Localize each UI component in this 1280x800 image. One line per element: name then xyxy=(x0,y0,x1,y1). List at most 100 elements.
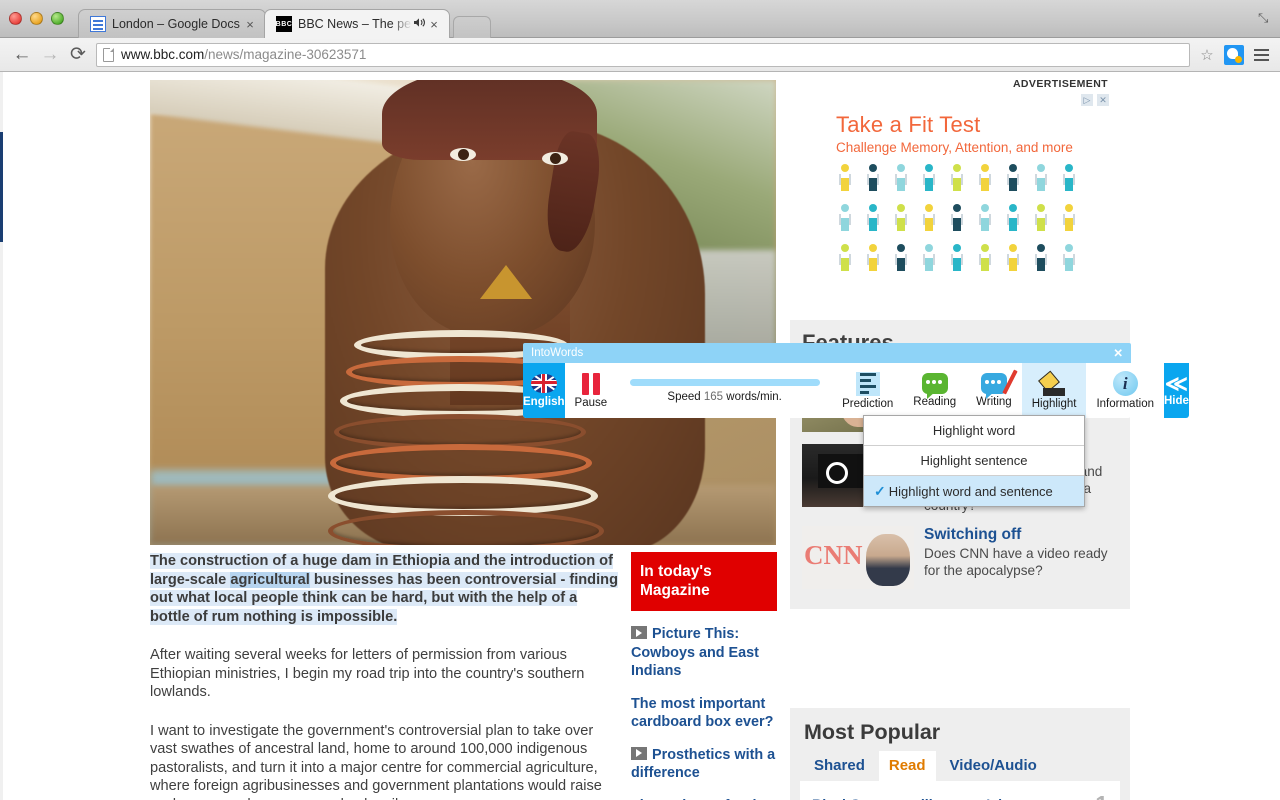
url-path: /news/magazine-30623571 xyxy=(204,47,367,62)
ad-figure-icon xyxy=(946,164,968,200)
ad-creative[interactable]: Take a Fit Test Challenge Memory, Attent… xyxy=(828,108,1098,298)
ad-figure-icon xyxy=(1058,164,1080,200)
expand-window-icon[interactable]: ⤡ xyxy=(1258,10,1272,25)
hide-label: Hide xyxy=(1163,394,1189,407)
chrome-menu-icon[interactable] xyxy=(1250,48,1272,61)
url-host: www.bbc.com xyxy=(121,47,205,62)
ad-figure-icon xyxy=(834,204,856,240)
address-bar[interactable]: www.bbc.com /news/magazine-30623571 xyxy=(96,42,1190,67)
ad-figure-pattern xyxy=(834,164,1094,284)
speed-slider-handle[interactable] xyxy=(671,371,693,393)
tab-video-audio[interactable]: Video/Audio xyxy=(940,751,1047,781)
magazine-link[interactable]: The most important cardboard box ever? xyxy=(631,695,777,732)
most-popular-rank: 1 xyxy=(1095,791,1108,800)
feature-thumbnail xyxy=(802,526,914,589)
most-popular-row[interactable]: Rival German rallies over Islam 1 xyxy=(800,781,1120,800)
intowords-title-bar[interactable]: IntoWords ✕ xyxy=(523,343,1131,363)
ad-info-icon[interactable]: ▷ xyxy=(1081,94,1093,106)
pause-button[interactable]: Pause xyxy=(565,363,618,418)
page-scrollbar[interactable] xyxy=(0,72,3,800)
tab-audio-icon[interactable] xyxy=(412,17,427,31)
chevron-left-double-icon: ≪ xyxy=(1164,370,1188,396)
ad-figure-icon xyxy=(918,204,940,240)
new-tab-button[interactable] xyxy=(453,16,491,38)
speed-label: Speed 165 words/min. xyxy=(667,391,781,403)
highlighted-word: agricultural xyxy=(230,571,310,588)
magazine-link[interactable]: Three cheers for the onion xyxy=(631,797,777,800)
hide-button[interactable]: ≪ Hide xyxy=(1163,363,1189,418)
ad-subheadline: Challenge Memory, Attention, and more xyxy=(836,140,1073,155)
speed-label-post: words/min. xyxy=(723,390,782,403)
ad-figure-icon xyxy=(834,244,856,280)
ad-figure-icon xyxy=(1058,244,1080,280)
speed-control[interactable]: Speed 165 words/min. xyxy=(617,363,832,418)
checkmark-icon: ✓ xyxy=(874,482,886,499)
bookmark-star-icon[interactable]: ☆ xyxy=(1196,46,1218,64)
close-window-button[interactable] xyxy=(9,12,22,25)
ad-figure-icon xyxy=(1002,204,1024,240)
tab-close-icon[interactable]: × xyxy=(427,17,441,32)
menu-item-highlight-word-and-sentence[interactable]: ✓ Highlight word and sentence xyxy=(864,476,1084,506)
minimize-window-button[interactable] xyxy=(30,12,43,25)
most-popular-tabs: Shared Read Video/Audio xyxy=(800,751,1120,781)
ad-figure-icon xyxy=(946,204,968,240)
tab-title: London – Google Docs xyxy=(112,17,240,31)
speed-slider-track[interactable] xyxy=(629,371,820,393)
feature-item[interactable]: Switching off Does CNN have a video read… xyxy=(802,520,1118,595)
page-viewport: The construction of a huge dam in Ethiop… xyxy=(0,72,1280,800)
ad-figure-icon xyxy=(1030,164,1052,200)
ad-close-icon[interactable]: ✕ xyxy=(1097,94,1109,106)
menu-item-highlight-sentence[interactable]: Highlight sentence xyxy=(864,446,1084,476)
most-popular-section: Most Popular Shared Read Video/Audio Riv… xyxy=(790,708,1130,800)
reload-button[interactable]: ⟳ xyxy=(64,43,92,66)
highlight-icon xyxy=(1038,370,1068,396)
maximize-window-button[interactable] xyxy=(51,12,64,25)
back-button[interactable]: ← xyxy=(8,44,36,66)
intowords-window-title: IntoWords xyxy=(531,347,584,359)
ad-figure-icon xyxy=(1002,164,1024,200)
ad-figure-icon xyxy=(890,164,912,200)
ad-figure-icon xyxy=(974,164,996,200)
information-icon: i xyxy=(1112,371,1138,396)
prediction-icon xyxy=(855,371,880,396)
browser-window: London – Google Docs × BBC BBC News – Th… xyxy=(0,0,1280,800)
tab-shared[interactable]: Shared xyxy=(804,751,875,781)
magazine-link[interactable]: Picture This: Cowboys and East Indians xyxy=(631,625,777,681)
most-popular-link[interactable]: Rival German rallies over Islam xyxy=(812,797,1023,800)
ad-figure-icon xyxy=(1058,204,1080,240)
speed-label-pre: Speed xyxy=(667,390,704,403)
navigation-bar: ← → ⟳ www.bbc.com /news/magazine-3062357… xyxy=(0,38,1280,72)
information-label: Information xyxy=(1096,398,1154,410)
article-body: The construction of a huge dam in Ethiop… xyxy=(150,552,618,800)
browser-tab-google-docs[interactable]: London – Google Docs × xyxy=(78,9,266,38)
reading-button[interactable]: Reading xyxy=(903,363,966,418)
ad-figure-icon xyxy=(890,204,912,240)
right-sidebar: ADVERTISEMENT ▷ ✕ Take a Fit Test Challe… xyxy=(790,72,1135,800)
ad-figure-icon xyxy=(862,164,884,200)
intowords-close-icon[interactable]: ✕ xyxy=(1113,346,1123,360)
menu-item-highlight-word[interactable]: Highlight word xyxy=(864,416,1084,446)
browser-tab-bbc-news[interactable]: BBC BBC News – The people × xyxy=(264,9,450,38)
language-button[interactable]: English xyxy=(523,363,565,418)
feature-title[interactable]: Switching off xyxy=(924,526,1118,544)
ad-headline: Take a Fit Test xyxy=(836,112,981,137)
forward-button[interactable]: → xyxy=(36,44,64,66)
ad-figure-icon xyxy=(974,204,996,240)
writing-icon xyxy=(980,369,1018,399)
intowords-extension-icon[interactable] xyxy=(1224,44,1244,65)
highlight-button[interactable]: Highlight xyxy=(1021,363,1087,418)
article-paragraph: After waiting several weeks for letters … xyxy=(150,647,585,700)
tab-read[interactable]: Read xyxy=(878,751,936,781)
page-info-icon[interactable] xyxy=(103,47,114,62)
speed-value: 165 xyxy=(703,390,724,403)
google-docs-icon xyxy=(90,16,106,32)
intowords-button-bar: English Pause Speed 165 words/min. Predi… xyxy=(523,363,1189,418)
writing-button[interactable]: Writing xyxy=(966,363,1022,418)
information-button[interactable]: i Information xyxy=(1086,363,1164,418)
tab-close-icon[interactable]: × xyxy=(243,17,257,32)
magazine-link[interactable]: Prosthetics with a difference xyxy=(631,746,777,783)
uk-flag-icon xyxy=(530,373,557,393)
reading-label: Reading xyxy=(913,396,957,408)
magazine-link-label: Picture This: Cowboys and East Indians xyxy=(631,626,759,679)
prediction-button[interactable]: Prediction xyxy=(832,363,903,418)
